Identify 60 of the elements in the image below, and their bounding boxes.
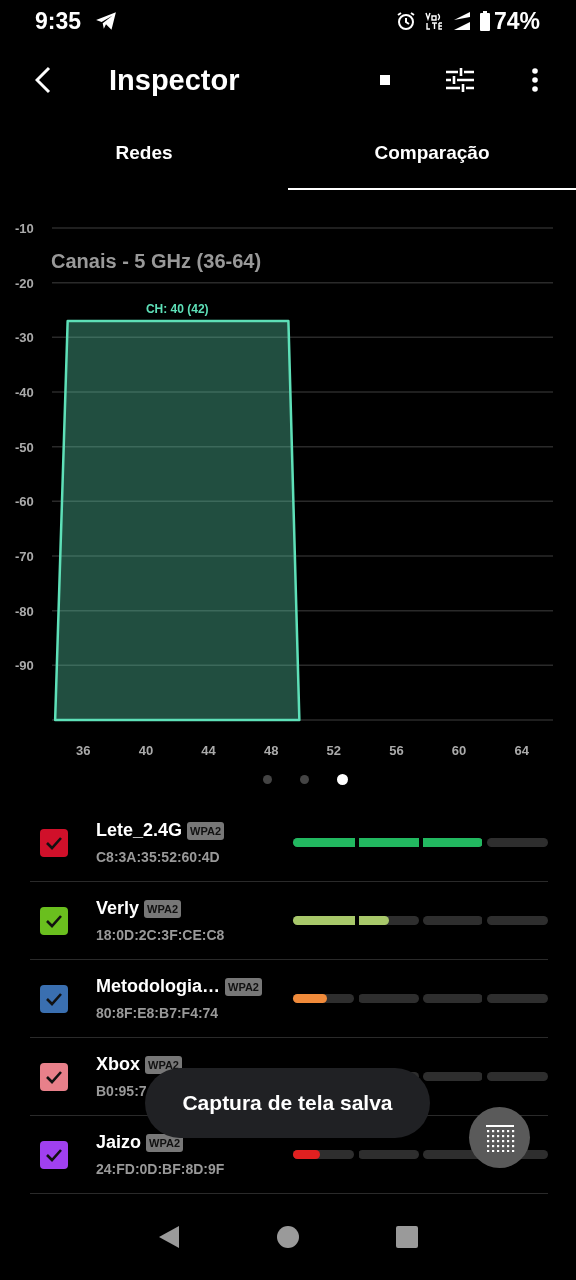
page-dot[interactable] — [262, 774, 272, 784]
checkbox[interactable] — [40, 828, 68, 857]
home-icon[interactable] — [276, 1225, 300, 1249]
alarm-icon — [395, 11, 416, 31]
y-tick-label: -90 — [15, 658, 34, 674]
screen-title: Inspector — [109, 63, 240, 97]
x-tick-label: 40 — [138, 743, 154, 758]
y-tick-label: -60 — [15, 494, 34, 510]
toast: Captura de tela salva — [145, 1068, 430, 1138]
security-badge: WPA2 — [145, 1055, 182, 1074]
checkbox[interactable] — [40, 1062, 68, 1091]
mac-address: 24:FD:0D:BF:8D:9F — [96, 1161, 226, 1177]
x-tick-label: 64 — [514, 743, 529, 758]
y-tick-label: -30 — [15, 330, 34, 346]
mac-address: C8:3A:35:52:60:4D — [96, 849, 221, 865]
y-tick-label: -70 — [15, 549, 34, 564]
network-name: Xbox — [96, 1054, 140, 1075]
battery-percent: 74% — [493, 7, 540, 35]
checkbox[interactable] — [40, 906, 68, 935]
x-tick-label: 36 — [76, 743, 91, 758]
x-tick-label: 44 — [201, 743, 216, 758]
y-tick-label: -40 — [15, 385, 34, 400]
network-name: Lete_2.4G — [96, 820, 183, 841]
network-name: Jaizo — [96, 1132, 142, 1153]
page-dot[interactable] — [299, 774, 309, 784]
back-icon[interactable] — [35, 66, 51, 94]
checkbox[interactable] — [40, 1140, 68, 1169]
mac-address: 18:0D:2C:3F:CE:C8 — [96, 927, 226, 943]
grid-icon — [484, 1123, 515, 1152]
more-icon[interactable] — [532, 68, 538, 92]
settings-icon[interactable] — [446, 67, 474, 93]
security-badge: WPA2 — [225, 977, 262, 996]
chart-title: Canais - 5 GHz (36-64) — [51, 250, 262, 272]
x-tick-label: 60 — [451, 743, 467, 758]
back-nav-icon[interactable] — [157, 1225, 182, 1249]
paper-plane-icon — [95, 11, 118, 31]
security-badge: WPA2 — [144, 899, 181, 918]
x-tick-label: 56 — [389, 743, 404, 758]
recents-icon[interactable] — [394, 1225, 419, 1249]
status-time: 9:35 — [35, 7, 82, 35]
channel-label: CH: 40 (42) — [145, 301, 209, 316]
y-tick-label: -10 — [15, 221, 34, 236]
battery-icon — [479, 11, 490, 31]
mac-address: 80:8F:E8:B7:F4:74 — [96, 1005, 220, 1021]
network-name: Verly — [96, 898, 140, 919]
y-tick-label: -20 — [15, 275, 34, 291]
volte-icon — [423, 11, 444, 31]
tab[interactable]: Comparação — [288, 118, 576, 190]
x-tick-label: 52 — [326, 743, 342, 758]
x-tick-label: 48 — [263, 743, 279, 758]
y-tick-label: -50 — [15, 439, 34, 455]
network-name: Metodologia… — [96, 976, 220, 997]
checkbox[interactable] — [40, 984, 68, 1013]
tab[interactable]: Redes — [0, 118, 288, 190]
security-badge: WPA2 — [187, 821, 224, 840]
signal-segment — [422, 1072, 484, 1081]
mac-address: B0:95:7 — [96, 1083, 148, 1099]
y-tick-label: -80 — [15, 603, 34, 619]
page-dot[interactable] — [336, 773, 348, 785]
signal-segment — [487, 1072, 548, 1081]
